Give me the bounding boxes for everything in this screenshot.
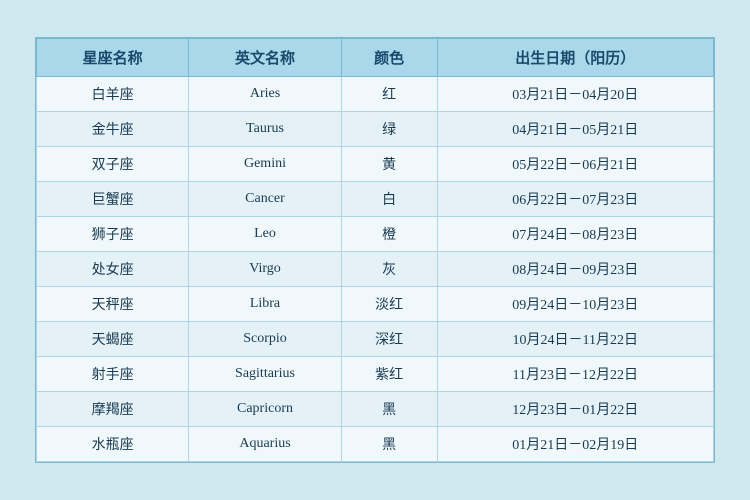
table-cell-9-0: 摩羯座 (37, 392, 189, 427)
table-cell-3-2: 白 (341, 182, 437, 217)
table-cell-2-0: 双子座 (37, 147, 189, 182)
table-cell-6-1: Libra (189, 287, 341, 322)
table-cell-1-2: 绿 (341, 112, 437, 147)
table-body: 白羊座Aries红03月21日－04月20日金牛座Taurus绿04月21日－0… (37, 77, 714, 462)
table-cell-0-0: 白羊座 (37, 77, 189, 112)
table-cell-8-1: Sagittarius (189, 357, 341, 392)
table-cell-3-3: 06月22日－07月23日 (437, 182, 713, 217)
table-cell-5-0: 处女座 (37, 252, 189, 287)
table-header-row: 星座名称英文名称颜色出生日期（阳历） (37, 39, 714, 77)
table-row: 水瓶座Aquarius黑01月21日－02月19日 (37, 427, 714, 462)
table-cell-0-1: Aries (189, 77, 341, 112)
table-cell-8-0: 射手座 (37, 357, 189, 392)
table-row: 白羊座Aries红03月21日－04月20日 (37, 77, 714, 112)
table-cell-7-2: 深红 (341, 322, 437, 357)
table-cell-7-1: Scorpio (189, 322, 341, 357)
table-cell-10-1: Aquarius (189, 427, 341, 462)
table-cell-10-3: 01月21日－02月19日 (437, 427, 713, 462)
table-cell-4-3: 07月24日－08月23日 (437, 217, 713, 252)
table-cell-4-0: 狮子座 (37, 217, 189, 252)
table-cell-10-0: 水瓶座 (37, 427, 189, 462)
table-cell-0-2: 红 (341, 77, 437, 112)
table-row: 天蝎座Scorpio深红10月24日－11月22日 (37, 322, 714, 357)
table-row: 巨蟹座Cancer白06月22日－07月23日 (37, 182, 714, 217)
table-row: 天秤座Libra淡红09月24日－10月23日 (37, 287, 714, 322)
table-header-2: 颜色 (341, 39, 437, 77)
table-row: 摩羯座Capricorn黑12月23日－01月22日 (37, 392, 714, 427)
table-header-3: 出生日期（阳历） (437, 39, 713, 77)
table-cell-1-0: 金牛座 (37, 112, 189, 147)
table-cell-5-2: 灰 (341, 252, 437, 287)
table-cell-7-0: 天蝎座 (37, 322, 189, 357)
table-header-1: 英文名称 (189, 39, 341, 77)
table-cell-6-0: 天秤座 (37, 287, 189, 322)
table-cell-1-3: 04月21日－05月21日 (437, 112, 713, 147)
table-cell-2-3: 05月22日－06月21日 (437, 147, 713, 182)
table-cell-4-1: Leo (189, 217, 341, 252)
table-cell-9-2: 黑 (341, 392, 437, 427)
table-row: 射手座Sagittarius紫红11月23日－12月22日 (37, 357, 714, 392)
table-cell-10-2: 黑 (341, 427, 437, 462)
table-row: 金牛座Taurus绿04月21日－05月21日 (37, 112, 714, 147)
table-cell-2-2: 黄 (341, 147, 437, 182)
table-row: 处女座Virgo灰08月24日－09月23日 (37, 252, 714, 287)
table-cell-8-3: 11月23日－12月22日 (437, 357, 713, 392)
zodiac-table: 星座名称英文名称颜色出生日期（阳历） 白羊座Aries红03月21日－04月20… (36, 38, 714, 462)
table-cell-7-3: 10月24日－11月22日 (437, 322, 713, 357)
table-cell-9-3: 12月23日－01月22日 (437, 392, 713, 427)
table-cell-5-3: 08月24日－09月23日 (437, 252, 713, 287)
table-row: 狮子座Leo橙07月24日－08月23日 (37, 217, 714, 252)
table-cell-1-1: Taurus (189, 112, 341, 147)
table-cell-5-1: Virgo (189, 252, 341, 287)
table-cell-3-0: 巨蟹座 (37, 182, 189, 217)
table-cell-4-2: 橙 (341, 217, 437, 252)
table-cell-6-2: 淡红 (341, 287, 437, 322)
table-cell-8-2: 紫红 (341, 357, 437, 392)
table-cell-3-1: Cancer (189, 182, 341, 217)
table-cell-0-3: 03月21日－04月20日 (437, 77, 713, 112)
table-row: 双子座Gemini黄05月22日－06月21日 (37, 147, 714, 182)
table-header-0: 星座名称 (37, 39, 189, 77)
table-cell-9-1: Capricorn (189, 392, 341, 427)
table-cell-6-3: 09月24日－10月23日 (437, 287, 713, 322)
zodiac-table-container: 星座名称英文名称颜色出生日期（阳历） 白羊座Aries红03月21日－04月20… (35, 37, 715, 463)
table-cell-2-1: Gemini (189, 147, 341, 182)
